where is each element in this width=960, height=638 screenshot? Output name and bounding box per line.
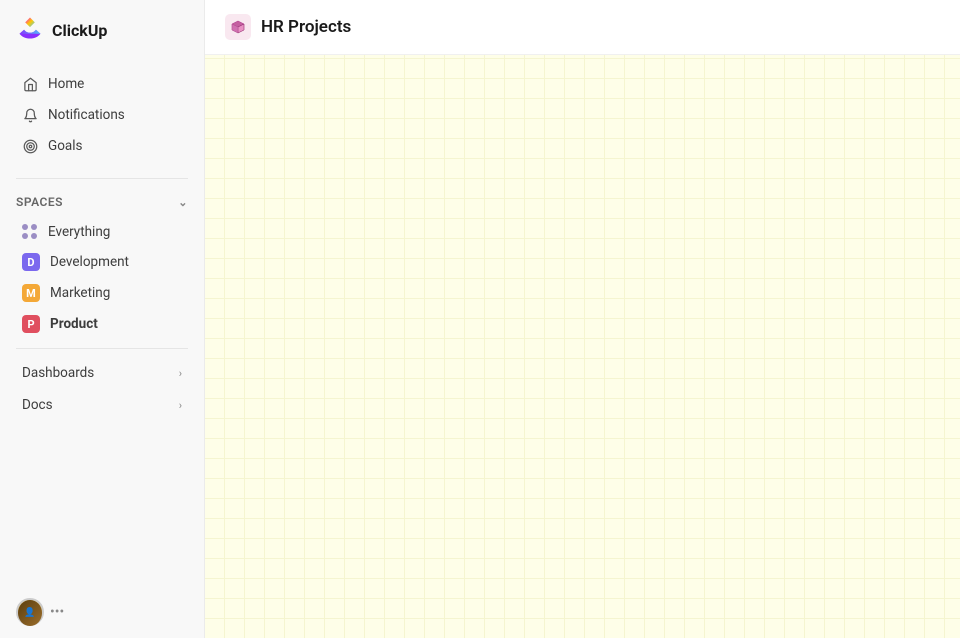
bell-icon — [22, 107, 38, 123]
goals-label: Goals — [48, 138, 83, 154]
sidebar-item-product[interactable]: P Product — [6, 309, 198, 339]
development-avatar: D — [22, 253, 40, 271]
docs-label: Docs — [22, 397, 53, 413]
main-header: HR Projects — [205, 0, 960, 55]
avatar-group[interactable]: 👤 ••• — [16, 598, 64, 626]
sidebar-bottom: 👤 ••• — [0, 586, 204, 638]
avatar: 👤 — [18, 600, 42, 626]
logo-text: ClickUp — [52, 21, 107, 40]
hr-projects-icon — [225, 14, 251, 40]
development-label: Development — [50, 254, 129, 270]
page-title: HR Projects — [261, 17, 351, 37]
sidebar-item-development[interactable]: D Development — [6, 247, 198, 277]
product-label: Product — [50, 316, 98, 332]
spaces-header: Spaces ⌄ — [0, 187, 204, 217]
dashboards-label: Dashboards — [22, 365, 94, 381]
chevron-right-icon: › — [179, 367, 182, 380]
main-content: HR Projects — [205, 0, 960, 638]
home-icon — [22, 76, 38, 92]
chevron-down-icon[interactable]: ⌄ — [178, 196, 188, 209]
goals-icon — [22, 138, 38, 154]
avatar-ring: 👤 — [16, 598, 44, 626]
sidebar-item-everything[interactable]: Everything — [6, 218, 198, 246]
sidebar-item-home[interactable]: Home — [6, 69, 198, 99]
chevron-right-icon-2: › — [179, 399, 182, 412]
grid-icon — [22, 224, 38, 240]
marketing-avatar: M — [22, 284, 40, 302]
spaces-list: Everything D Development M Marketing P P… — [0, 217, 204, 340]
marketing-label: Marketing — [50, 285, 110, 301]
sidebar-item-docs[interactable]: Docs › — [6, 390, 198, 420]
everything-label: Everything — [48, 224, 110, 240]
nav-section: Home Notifications Goals — [0, 60, 204, 170]
main-body — [205, 55, 960, 638]
sidebar-item-dashboards[interactable]: Dashboards › — [6, 358, 198, 388]
divider-1 — [16, 178, 188, 179]
clickup-logo-icon — [16, 14, 44, 46]
sidebar-item-notifications[interactable]: Notifications — [6, 100, 198, 130]
home-label: Home — [48, 76, 84, 92]
more-options-icon[interactable]: ••• — [50, 604, 64, 620]
notifications-label: Notifications — [48, 107, 125, 123]
product-avatar: P — [22, 315, 40, 333]
sidebar: ClickUp Home Notifications — [0, 0, 205, 638]
sidebar-item-marketing[interactable]: M Marketing — [6, 278, 198, 308]
spaces-label: Spaces — [16, 195, 63, 209]
divider-2 — [16, 348, 188, 349]
logo-area[interactable]: ClickUp — [0, 0, 204, 60]
sidebar-item-goals[interactable]: Goals — [6, 131, 198, 161]
